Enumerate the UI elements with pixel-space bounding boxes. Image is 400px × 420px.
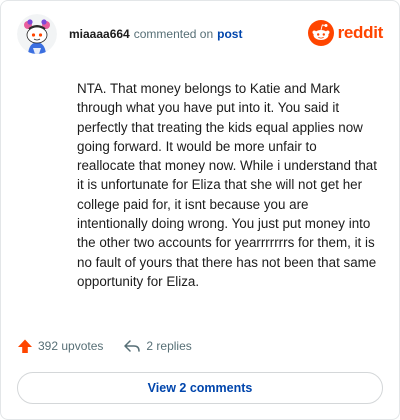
comment-header: miaaaa664 commented on post reddit bbox=[17, 14, 383, 54]
upvote-count: 392 upvotes bbox=[38, 339, 104, 353]
snoo-avatar-icon bbox=[17, 14, 57, 54]
comment-meta: miaaaa664 commented on post bbox=[69, 27, 242, 41]
view-comments-button[interactable]: View 2 comments bbox=[17, 372, 383, 404]
reply-arrow-icon bbox=[124, 340, 141, 352]
reddit-wordmark: reddit bbox=[337, 23, 384, 42]
comment-card: miaaaa664 commented on post reddit NTA. … bbox=[0, 0, 400, 420]
comment-actions: 392 upvotes 2 replies bbox=[17, 338, 192, 354]
reply-count: 2 replies bbox=[146, 339, 192, 353]
reddit-logo[interactable]: reddit bbox=[307, 20, 384, 46]
username[interactable]: miaaaa664 bbox=[69, 27, 130, 41]
upvote-button[interactable]: 392 upvotes bbox=[17, 338, 103, 354]
reply-button[interactable]: 2 replies bbox=[123, 338, 192, 354]
reddit-logo-icon bbox=[307, 20, 334, 46]
avatar[interactable] bbox=[17, 14, 57, 54]
upvote-arrow-icon bbox=[18, 339, 32, 353]
post-link[interactable]: post bbox=[217, 27, 242, 41]
action-text: commented on bbox=[133, 27, 214, 41]
comment-body: NTA. That money belongs to Katie and Mar… bbox=[77, 81, 377, 289]
